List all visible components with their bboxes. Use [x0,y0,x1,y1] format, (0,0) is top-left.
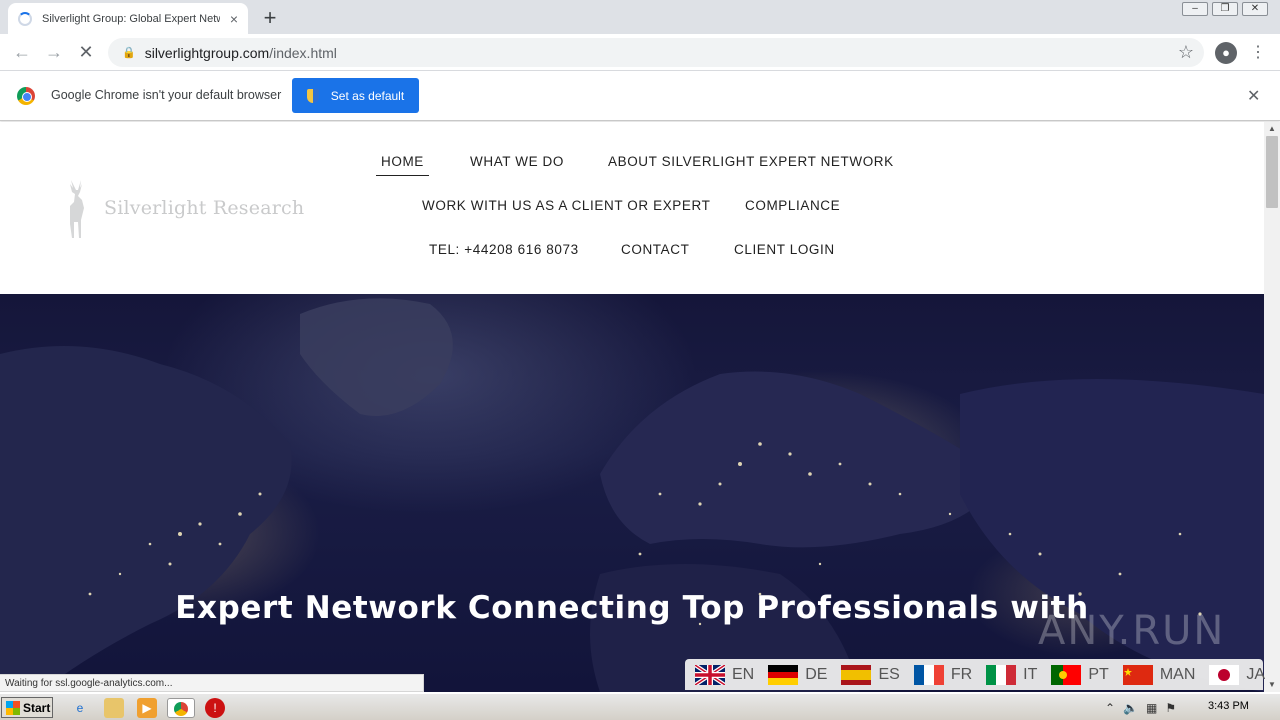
italy-flag-icon [986,664,1017,685]
taskbar-clock[interactable]: 3:43 PM [1208,700,1249,712]
chrome-menu-button[interactable]: ⋮ [1250,42,1266,62]
lang-es[interactable]: ES [841,664,900,685]
file-explorer-icon[interactable] [104,698,124,718]
infobar-close-button[interactable]: ✕ [1247,86,1260,106]
scroll-up-arrow-icon[interactable]: ▲ [1264,122,1280,136]
france-flag-icon [913,664,944,685]
browser-tab[interactable]: Silverlight Group: Global Expert Netw × [8,3,248,34]
page-scrollbar[interactable]: ▲ ▼ [1264,122,1280,692]
brand-name: Silverlight Research [104,197,305,219]
japan-flag-icon [1209,664,1240,685]
tab-title: Silverlight Group: Global Expert Netw [42,12,220,25]
page-viewport: Silverlight Research HOME WHAT WE DO ABO… [0,122,1264,692]
lang-pt[interactable]: PT [1051,664,1109,685]
system-tray: ⌃ 🔈 ▦ ⚑ [1105,696,1280,719]
opera-icon[interactable]: ! [205,698,225,718]
restore-button[interactable]: ❐ [1212,2,1238,16]
nav-what-we-do[interactable]: WHAT WE DO [470,154,564,169]
lock-icon[interactable]: 🔒 [122,46,136,59]
show-hidden-icons-icon[interactable]: ⌃ [1105,701,1115,715]
minimize-button[interactable]: – [1182,2,1208,16]
windows-logo-icon [6,700,20,715]
window-controls: – ❐ ✕ [1178,2,1268,18]
lang-man[interactable]: MAN [1122,664,1195,685]
nav-telephone[interactable]: TEL: +44208 616 8073 [429,242,579,257]
back-button[interactable]: ← [10,40,34,64]
action-center-flag-icon[interactable]: ⚑ [1165,701,1176,715]
profile-avatar-icon[interactable]: ● [1215,42,1237,64]
portugal-flag-icon [1051,664,1082,685]
lang-en[interactable]: EN [695,664,754,685]
uk-flag-icon [695,664,725,685]
address-bar[interactable]: 🔒 silverlightgroup.com/index.html ☆ [108,38,1204,67]
windows-taskbar: Start e ▶ ! ⌃ 🔈 ▦ ⚑ 3:43 PM [0,693,1280,720]
uac-shield-icon [306,88,319,103]
germany-flag-icon [768,664,799,685]
chrome-logo-icon [17,87,35,105]
window-close-button[interactable]: ✕ [1242,2,1268,16]
default-browser-infobar: Google Chrome isn't your default browser… [0,71,1280,121]
volume-icon[interactable]: 🔈 [1123,701,1138,715]
infobar-message: Google Chrome isn't your default browser [51,88,282,102]
lang-fr[interactable]: FR [913,664,972,685]
lang-ja[interactable]: JA [1209,664,1265,685]
lang-de[interactable]: DE [768,664,827,685]
nav-contact[interactable]: CONTACT [621,242,689,257]
china-flag-icon [1122,664,1153,685]
nav-home[interactable]: HOME [376,154,429,176]
start-button[interactable]: Start [1,697,53,718]
set-as-default-button[interactable]: Set as default [292,78,419,113]
new-tab-button[interactable]: + [258,5,282,31]
network-icon[interactable]: ▦ [1146,701,1157,715]
set-as-default-label: Set as default [330,88,405,103]
nav-client-login[interactable]: CLIENT LOGIN [734,242,835,257]
site-header: Silverlight Research HOME WHAT WE DO ABO… [0,122,1264,294]
spain-flag-icon [841,664,872,685]
nav-about[interactable]: ABOUT SILVERLIGHT EXPERT NETWORK [608,154,894,169]
bookmark-star-icon[interactable]: ☆ [1178,42,1194,63]
chrome-taskbar-icon[interactable] [167,698,195,718]
stag-logo-icon [62,178,92,238]
url-text[interactable]: silverlightgroup.com/index.html [145,45,337,61]
internet-explorer-icon[interactable]: e [70,698,90,718]
tab-close-button[interactable]: × [230,11,238,27]
nav-compliance[interactable]: COMPLIANCE [745,198,840,213]
anyrun-watermark: ANY.RUN [1038,608,1226,654]
nav-work-with-us[interactable]: WORK WITH US AS A CLIENT OR EXPERT [422,198,710,213]
loading-spinner-icon [18,11,32,26]
tab-strip: Silverlight Group: Global Expert Netw × … [0,0,1280,34]
lang-it[interactable]: IT [986,664,1037,685]
forward-button[interactable]: → [42,40,66,64]
scrollbar-thumb[interactable] [1266,136,1278,208]
language-switcher: EN DE ES FR IT PT MAN JA [685,659,1265,690]
scroll-down-arrow-icon[interactable]: ▼ [1264,678,1280,692]
stop-reload-button[interactable]: ✕ [74,40,98,64]
browser-toolbar: ← → ✕ 🔒 silverlightgroup.com/index.html … [0,34,1280,71]
media-player-icon[interactable]: ▶ [137,698,157,718]
status-bubble: Waiting for ssl.google-analytics.com... [0,674,424,692]
site-logo[interactable]: Silverlight Research [62,178,304,238]
